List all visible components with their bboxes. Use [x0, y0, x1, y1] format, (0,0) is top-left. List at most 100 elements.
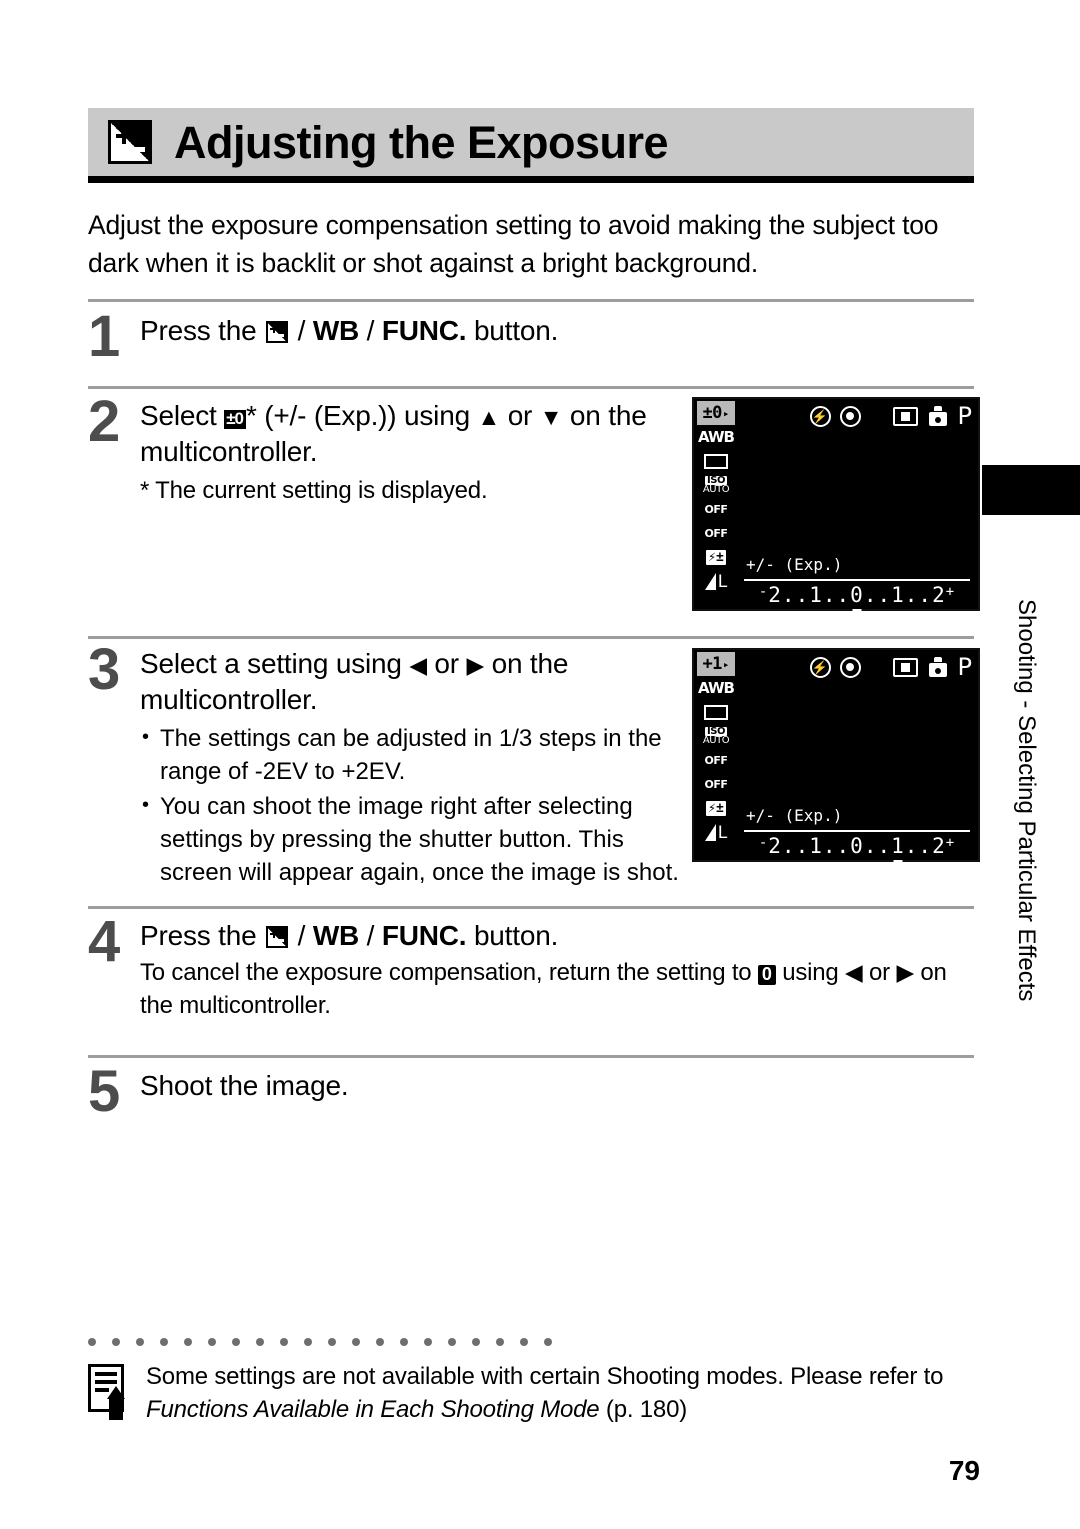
iso-auto-icon[interactable]: ISO AUTO [697, 724, 735, 748]
down-arrow-icon: ▼ [539, 404, 563, 430]
divider-step4 [88, 906, 974, 909]
lcd1-exposure-scale: -2..1..0 ..1..2+ [744, 579, 970, 616]
step-3-heading: Select a setting using ◀ or ▶ on the mul… [140, 646, 688, 718]
page-header-band: Adjusting the Exposure [88, 108, 974, 176]
step-4-detail: To cancel the exposure compensation, ret… [140, 956, 974, 1022]
step-1: 1 Press the / WB / FUNC. button. [88, 308, 708, 365]
drive-single-icon[interactable] [697, 449, 735, 473]
step-4-wb-label: WB [312, 920, 360, 951]
page-number: 79 [948, 1455, 980, 1486]
up-arrow-icon: ▲ [477, 404, 501, 430]
step-3-text-before: Select a setting using [140, 648, 410, 679]
divider-step3 [88, 636, 974, 639]
step-2-text-mid: * (+/- (Exp.)) using [246, 400, 478, 431]
step-1-func-label: FUNC. [381, 315, 467, 346]
camera-icon [927, 657, 949, 677]
lcd1-scale-zero: 0 [850, 583, 864, 616]
step-4-or: or [862, 959, 897, 986]
list-item: The settings can be adjusted in 1/3 step… [140, 721, 688, 788]
step-2: 2 Select ±0 * (+/- (Exp.)) using ▲ or ▼ o… [88, 389, 688, 507]
timer-off-icon[interactable]: OFF [697, 497, 735, 521]
aeb-off-icon[interactable]: OFF [697, 772, 735, 796]
step-4-text-before: Press the [140, 920, 265, 951]
step-4-sep2: / [359, 920, 382, 951]
lcd2-scale-selected: 1 [891, 834, 905, 867]
white-balance-awb-icon[interactable]: AWB [697, 676, 735, 700]
step-2-footnote: * The current setting is displayed. [140, 477, 488, 504]
memo-note-icon [88, 1364, 132, 1420]
image-quality-large-icon[interactable]: L [697, 569, 735, 593]
image-quality-large-icon[interactable]: L [697, 820, 735, 844]
timer-off-icon[interactable]: OFF [697, 748, 735, 772]
lcd2-exposure-scale: -2..1..0..1 ..2+ [744, 830, 970, 867]
lcd-screen-step2: ±0 ▸ AWB ISO AUTO OFF OFF ⚡± L ⚡ P +/- (Ex… [692, 397, 980, 616]
metering-mode-icon [892, 406, 918, 426]
lcd2-left-icon-column: +1 ▸ AWB ISO AUTO OFF OFF ⚡± L [696, 652, 736, 844]
step-4-using: using [775, 959, 846, 986]
header-underline [88, 176, 974, 183]
step-1-text-after: button. [466, 315, 559, 346]
right-arrow-icon: ▶ [466, 652, 485, 678]
shooting-mode-p-icon: P [957, 402, 972, 430]
exposure-compensation-icon [108, 120, 152, 164]
exposure-zero-icon: 0 [757, 965, 776, 985]
divider-step2 [88, 386, 974, 389]
exposure-value-icon[interactable]: +1 ▸ [697, 652, 735, 676]
lcd1-scale-cursor [852, 609, 862, 616]
page-title: Adjusting the Exposure [174, 116, 669, 168]
step-4-sep1: / [290, 920, 313, 951]
flash-exposure-icon[interactable]: ⚡± [697, 545, 735, 569]
step-1-text-before: Press the [140, 315, 265, 346]
lcd2-scale-cursor [893, 860, 903, 867]
aeb-off-icon[interactable]: OFF [697, 521, 735, 545]
flash-exposure-icon[interactable]: ⚡± [697, 796, 735, 820]
step-2-text-before: Select [140, 400, 225, 431]
exposure-value-icon[interactable]: ±0 ▸ [697, 401, 735, 425]
footer-note-page-ref: (p. 180) [599, 1396, 688, 1423]
dotted-separator [88, 1338, 552, 1348]
left-arrow-icon: ◀ [409, 652, 427, 678]
red-eye-reduction-icon [839, 405, 861, 427]
exposure-compensation-icon [266, 926, 289, 948]
divider-step5 [88, 1055, 974, 1058]
camera-icon [927, 406, 949, 426]
footer-note-italic: Functions Available in Each Shooting Mod… [146, 1396, 600, 1423]
white-balance-awb-icon[interactable]: AWB [697, 425, 735, 449]
step-3: 3 Select a setting using ◀ or ▶ on the m… [88, 637, 688, 891]
list-item: You can shoot the image right after sele… [140, 789, 688, 889]
step-4-number: 4 [88, 909, 121, 974]
footer-note-line1: Some settings are not available with cer… [146, 1363, 944, 1390]
footer-note-text: Some settings are not available with cer… [146, 1360, 943, 1426]
step-4-heading: Press the / WB / FUNC. button. [140, 918, 974, 954]
step-3-bullets: The settings can be adjusted in 1/3 step… [140, 721, 688, 889]
metering-mode-icon [892, 657, 918, 677]
step-1-number: 1 [88, 304, 121, 369]
right-arrow-icon: ▶ [896, 959, 914, 985]
exposure-compensation-icon [266, 321, 289, 343]
step-3-number: 3 [88, 637, 121, 702]
iso-auto-icon[interactable]: ISO AUTO [697, 473, 735, 497]
step-5-heading: Shoot the image. [140, 1070, 349, 1101]
exposure-value-icon: ±0 [224, 410, 246, 429]
step-2-number: 2 [88, 389, 121, 454]
left-arrow-icon: ◀ [845, 959, 863, 985]
lcd-screen-step3: +1 ▸ AWB ISO AUTO OFF OFF ⚡± L ⚡ P +/- (Ex… [692, 648, 980, 867]
shooting-mode-p-icon: P [957, 653, 972, 681]
step-5: 5 Shoot the image. [88, 1063, 688, 1120]
intro-paragraph: Adjust the exposure compensation setting… [88, 210, 939, 278]
drive-single-icon[interactable] [697, 700, 735, 724]
step-4-detail-before: To cancel the exposure compensation, ret… [140, 959, 758, 986]
lcd1-function-label: +/- (Exp.) [746, 555, 843, 574]
side-tab-marker [982, 465, 1080, 515]
red-eye-reduction-icon [839, 656, 861, 678]
step-1-sep1: / [290, 315, 313, 346]
step-2-or: or [500, 400, 540, 431]
lcd2-status-icons: ⚡ P [744, 654, 972, 680]
step-1-sep2: / [359, 315, 382, 346]
step-1-wb-label: WB [312, 315, 360, 346]
lcd1-left-icon-column: ±0 ▸ AWB ISO AUTO OFF OFF ⚡± L [696, 401, 736, 593]
step-1-heading: Press the / WB / FUNC. button. [140, 313, 708, 349]
step-5-number: 5 [88, 1059, 121, 1124]
footer-note: Some settings are not available with cer… [88, 1360, 968, 1426]
step-4-text-after: button. [466, 920, 559, 951]
